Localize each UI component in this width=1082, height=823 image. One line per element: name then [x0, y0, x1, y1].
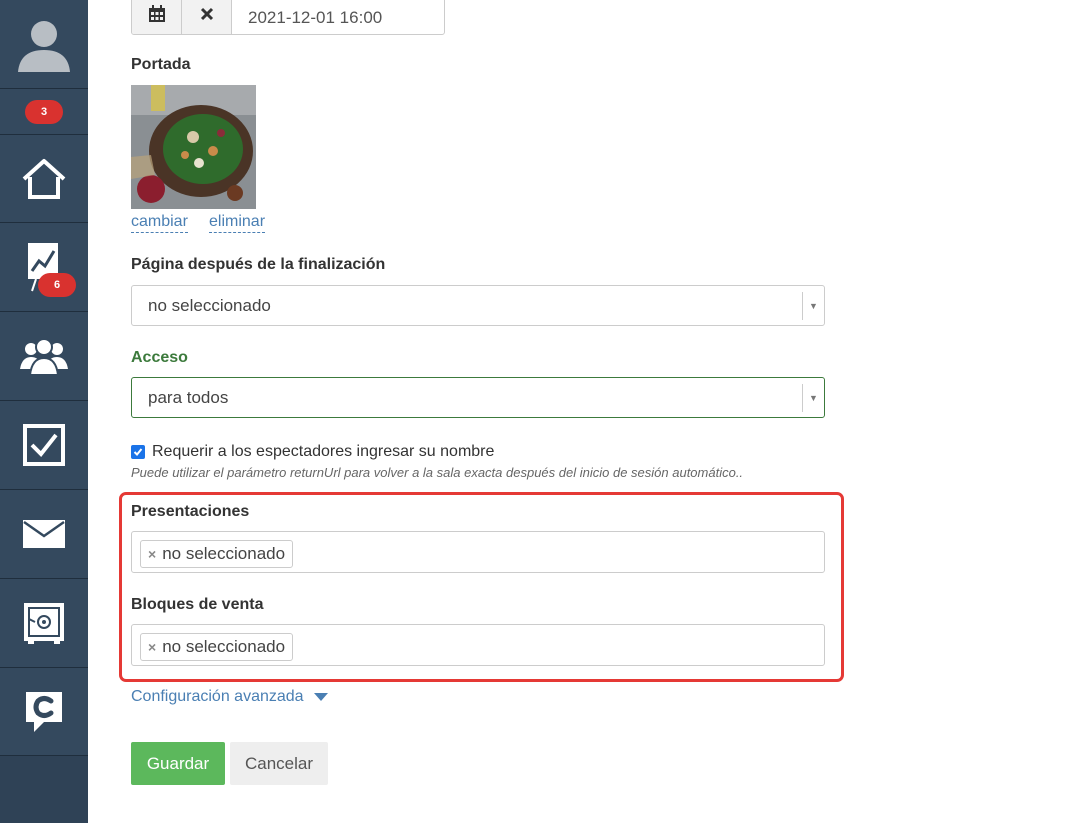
- sidebar-item-statistics[interactable]: 6: [0, 223, 88, 312]
- presentations-label: Presentaciones: [131, 503, 250, 520]
- checkbox-checked-icon: [23, 424, 65, 466]
- cancel-button[interactable]: Cancelar: [230, 742, 328, 785]
- sales-blocks-multiselect[interactable]: × no seleccionado: [131, 624, 825, 666]
- sales-blocks-tag-label: no seleccionado: [162, 637, 286, 656]
- after-page-label: Página después de la finalización: [131, 256, 386, 273]
- sidebar-item-users[interactable]: [0, 312, 88, 401]
- statistics-badge: 6: [38, 273, 76, 297]
- calendar-button[interactable]: [132, 0, 182, 34]
- caret-down-icon: [313, 693, 328, 701]
- user-avatar-icon: [18, 21, 70, 72]
- cover-image: [131, 85, 256, 209]
- presentations-tag-label: no seleccionado: [162, 544, 286, 563]
- sales-blocks-label: Bloques de venta: [131, 596, 264, 613]
- delete-cover-link[interactable]: eliminar: [209, 213, 266, 233]
- sidebar-item-safe[interactable]: [0, 579, 88, 668]
- access-select[interactable]: para todos ▼: [131, 377, 825, 418]
- presentations-tag: × no seleccionado: [140, 540, 294, 568]
- remove-tag-icon[interactable]: ×: [148, 639, 156, 655]
- home-icon: [22, 158, 66, 199]
- dropdown-arrow-icon: ▼: [802, 384, 824, 412]
- access-value: para todos: [148, 387, 229, 407]
- require-name-hint: Puede utilizar el parámetro returnUrl pa…: [131, 465, 744, 480]
- cover-label: Portada: [131, 56, 191, 73]
- date-input[interactable]: 2021-12-01 16:00: [232, 0, 444, 34]
- advanced-settings-label: Configuración avanzada: [131, 688, 304, 705]
- sidebar-item-mail[interactable]: [0, 490, 88, 579]
- sidebar-notifications[interactable]: 3: [0, 89, 88, 135]
- sales-blocks-tag: × no seleccionado: [140, 633, 294, 661]
- after-page-value: no seleccionado: [148, 295, 271, 315]
- save-button[interactable]: Guardar: [131, 742, 225, 785]
- sidebar-item-tasks[interactable]: [0, 401, 88, 490]
- envelope-icon: [23, 520, 65, 548]
- sidebar-avatar[interactable]: [0, 0, 88, 89]
- users-group-icon: [20, 338, 68, 375]
- sidebar: 3 6: [0, 0, 88, 823]
- chat-logo-icon: [26, 691, 62, 732]
- require-name-row: Requerir a los espectadores ingresar su …: [131, 443, 494, 461]
- require-name-checkbox[interactable]: [131, 445, 145, 459]
- advanced-settings-toggle[interactable]: Configuración avanzada: [131, 688, 328, 706]
- sidebar-item-home[interactable]: [0, 135, 88, 223]
- safe-icon: [24, 603, 64, 644]
- remove-tag-icon[interactable]: ×: [148, 546, 156, 562]
- sidebar-item-chat[interactable]: [0, 668, 88, 756]
- notifications-badge: 3: [25, 99, 63, 124]
- calendar-icon: [148, 4, 165, 22]
- clear-date-button[interactable]: [182, 0, 232, 34]
- dropdown-arrow-icon: ▼: [802, 292, 824, 320]
- check-icon: [133, 448, 143, 456]
- change-cover-link[interactable]: cambiar: [131, 213, 188, 233]
- date-picker-group: 2021-12-01 16:00: [131, 0, 445, 35]
- close-icon: [200, 7, 213, 20]
- access-label: Acceso: [131, 349, 188, 366]
- presentations-multiselect[interactable]: × no seleccionado: [131, 531, 825, 573]
- after-page-select[interactable]: no seleccionado ▼: [131, 285, 825, 326]
- require-name-label: Requerir a los espectadores ingresar su …: [152, 443, 495, 460]
